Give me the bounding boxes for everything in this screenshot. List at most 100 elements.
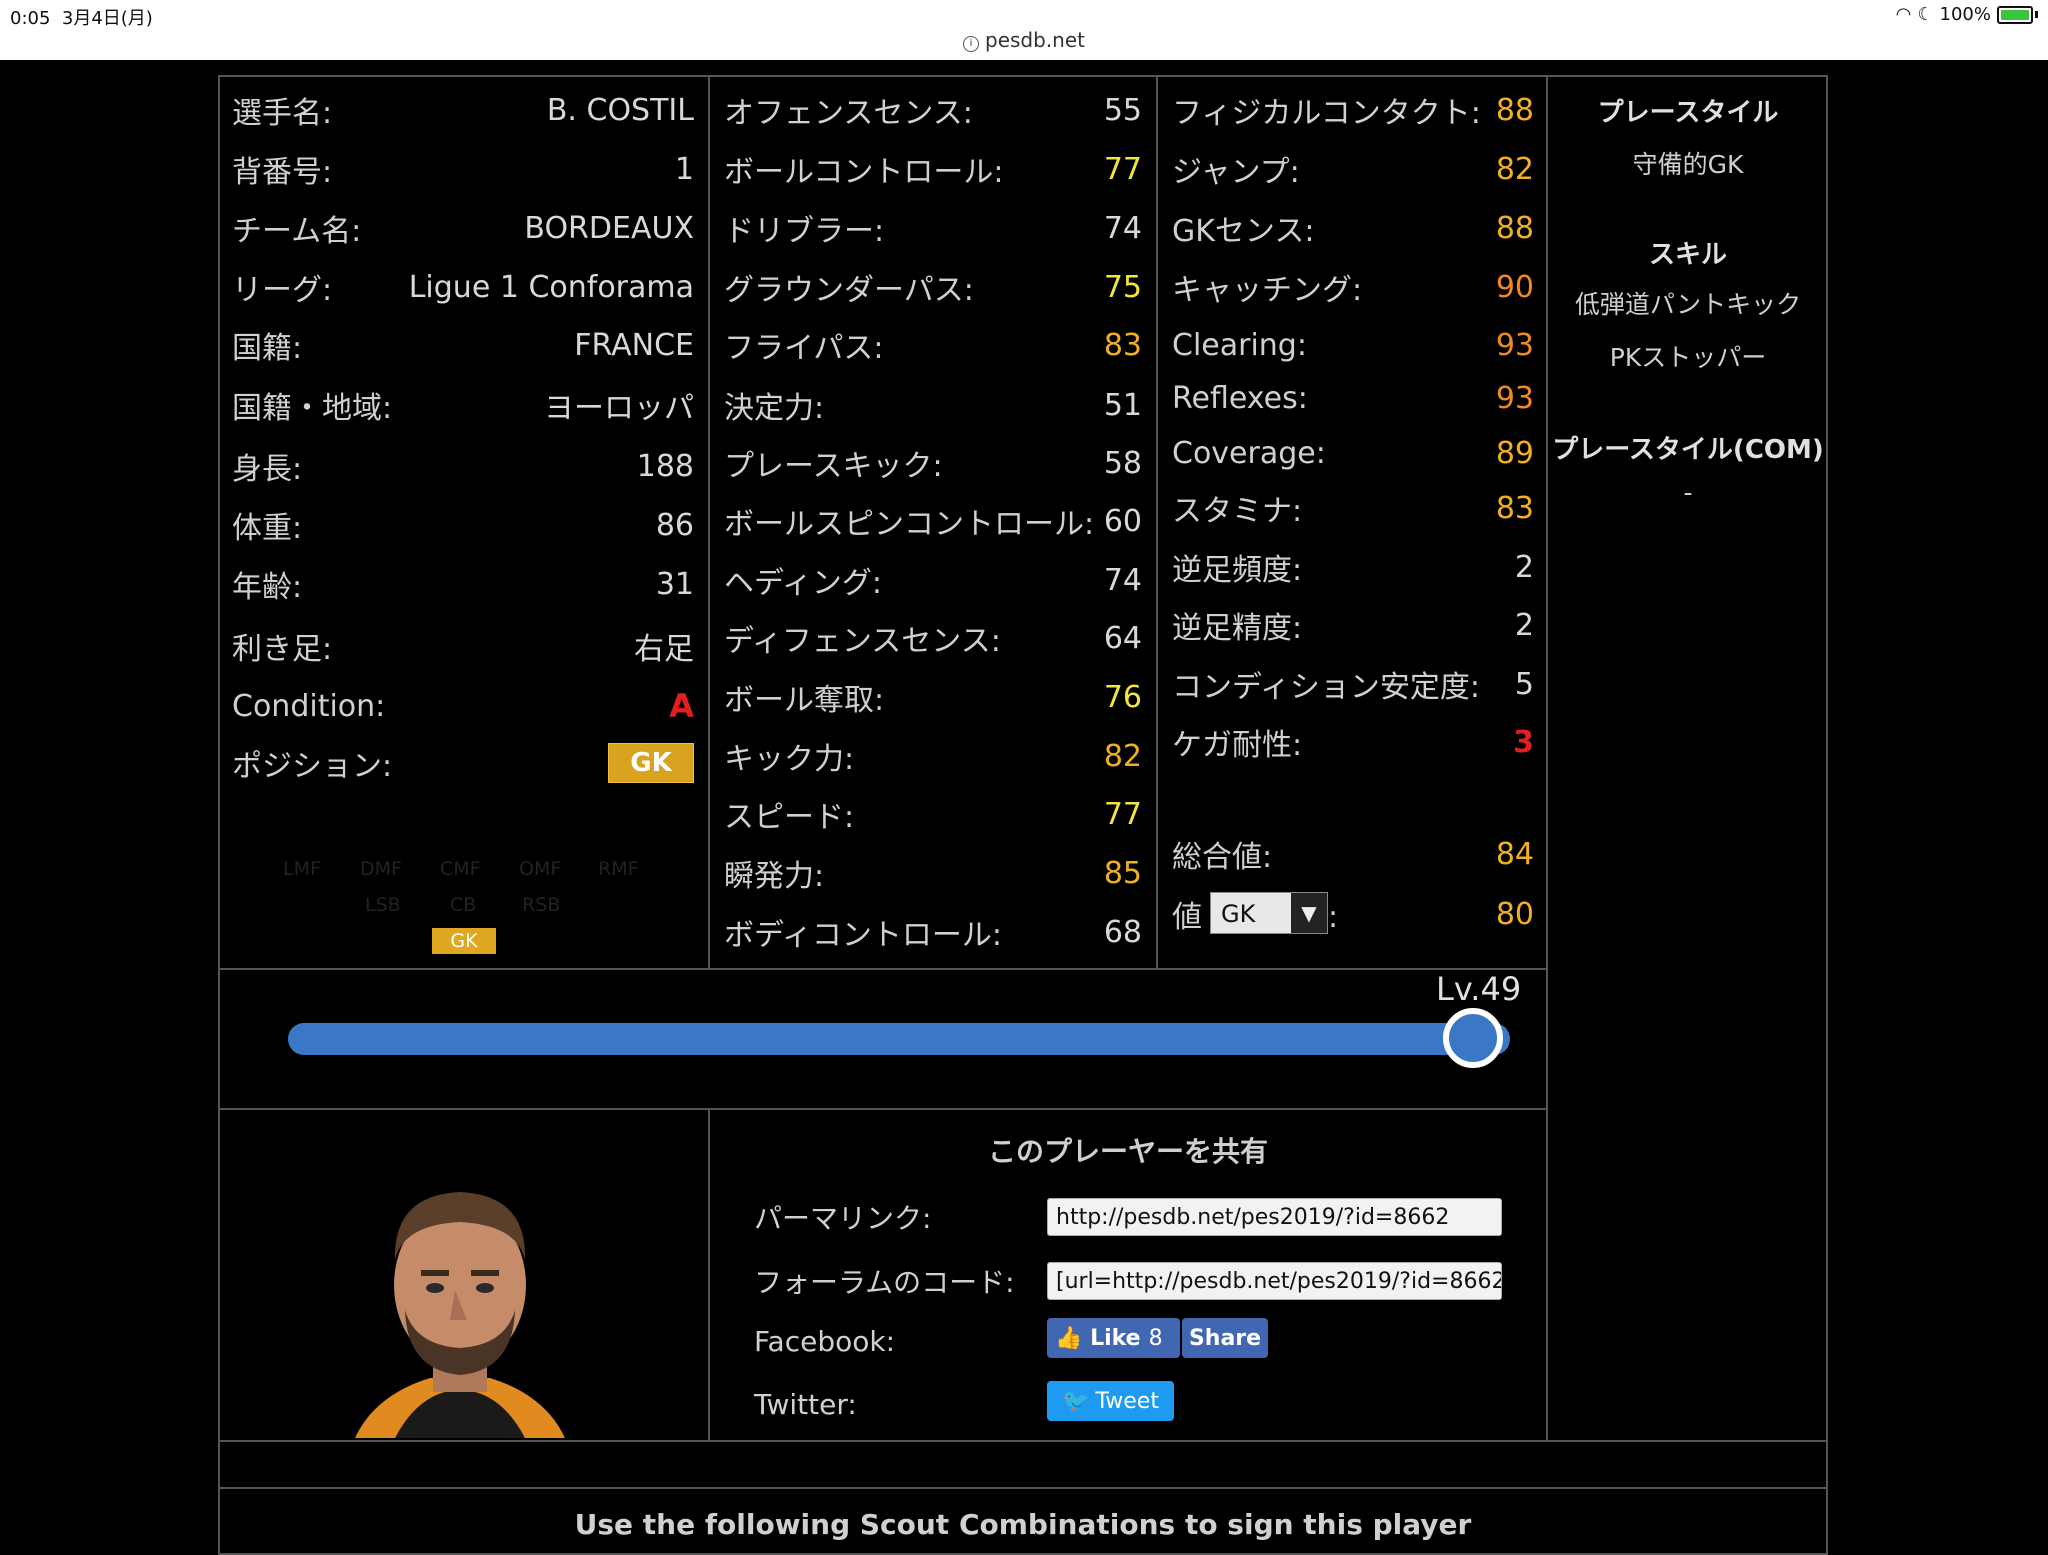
info-row-condition: Condition: A — [232, 684, 694, 728]
info-row-region: 国籍・地域: ヨーロッパ — [232, 383, 694, 427]
facebook-like-button[interactable]: 👍 Like 8 — [1047, 1318, 1180, 1358]
info-icon[interactable]: i — [963, 36, 979, 52]
player-weight: 86 — [655, 507, 694, 543]
position-dmf: DMF — [360, 858, 402, 880]
stat-value: 5 — [1514, 666, 1534, 702]
permalink-field[interactable]: http://pesdb.net/pes2019/?id=8662 — [1047, 1198, 1502, 1236]
browser-status-bar: 0:05 3月4日(月) ◠ ☾ 100% i pesdb.net — [0, 0, 2048, 60]
stat-label: ボディコントロール: — [724, 918, 1003, 953]
info-label: ポジション: — [232, 749, 393, 784]
stat-label: Coverage: — [1172, 435, 1326, 471]
stat-label: コンディション安定度: — [1172, 670, 1481, 705]
stat-row: グラウンダーパス: 75 — [724, 265, 1142, 309]
stat-value: 88 — [1495, 92, 1534, 128]
stat-label: Reflexes: — [1172, 380, 1308, 416]
overall-value: 84 — [1495, 836, 1534, 872]
stat-row: オフェンスセンス: 55 — [724, 88, 1142, 132]
info-row-weight: 体重: 86 — [232, 503, 694, 547]
stat-label: キック力: — [724, 742, 855, 777]
stat-label: グラウンダーパス: — [724, 273, 974, 308]
stat-label: ジャンプ: — [1172, 155, 1300, 190]
url-text: pesdb.net — [985, 28, 1085, 52]
player-region: ヨーロッパ — [544, 391, 694, 426]
twitter-label: Twitter: — [754, 1388, 857, 1421]
info-row-name: 選手名: B. COSTIL — [232, 88, 694, 132]
stat-value: 76 — [1103, 679, 1142, 715]
stat-row: ケガ耐性: 3 — [1172, 720, 1534, 764]
stat-value: 74 — [1103, 210, 1142, 246]
stat-row: 瞬発力: 85 — [724, 851, 1142, 895]
stat-label: 決定力: — [724, 391, 825, 426]
stat-row: ドリブラー: 74 — [724, 206, 1142, 250]
stat-row: プレースキック: 58 — [724, 441, 1142, 485]
stat-label: ケガ耐性: — [1172, 728, 1303, 763]
rating-label: 値 — [1172, 900, 1202, 935]
info-row-league: リーグ: Ligue 1 Conforama — [232, 265, 694, 309]
overall-label: 総合値: — [1172, 840, 1273, 875]
stat-row: Coverage: 89 — [1172, 431, 1534, 475]
dropdown-arrow-icon[interactable]: ▼ — [1291, 893, 1327, 933]
player-league: Ligue 1 Conforama — [408, 269, 694, 305]
clock: 0:05 — [10, 8, 51, 29]
stat-value: 83 — [1103, 327, 1142, 363]
level-slider-track[interactable] — [288, 1023, 1510, 1055]
stat-value: 2 — [1514, 607, 1534, 643]
info-label: 利き足: — [232, 632, 333, 667]
player-age: 31 — [655, 566, 694, 602]
battery-icon — [1997, 5, 2033, 24]
info-label: 身長: — [232, 452, 303, 487]
player-height: 188 — [636, 448, 694, 484]
battery-tip — [2035, 11, 2038, 18]
stat-value: 77 — [1103, 796, 1142, 832]
info-label: 背番号: — [232, 155, 333, 190]
position-select[interactable]: GK ▼ — [1210, 892, 1328, 934]
stat-value: 93 — [1495, 327, 1534, 363]
share-title: このプレーヤーを共有 — [987, 1135, 1268, 1168]
stat-row: ボールスピンコントロール: 60 — [724, 499, 1142, 543]
stat-row: ボディコントロール: 68 — [724, 910, 1142, 954]
stat-label: 逆足頻度: — [1172, 553, 1303, 588]
stat-row: コンディション安定度: 5 — [1172, 662, 1534, 706]
overall-row: 総合値: 84 — [1172, 832, 1534, 876]
stat-row: GKセンス: 88 — [1172, 206, 1534, 250]
stat-row: キック力: 82 — [724, 734, 1142, 778]
forum-code-field[interactable]: [url=http://pesdb.net/pes2019/?id=8662]B… — [1047, 1262, 1502, 1300]
stat-row: ディフェンスセンス: 64 — [724, 616, 1142, 660]
stat-label: プレースキック: — [724, 449, 943, 484]
playstyle-value: 守備的GK — [1632, 150, 1744, 179]
stat-label: オフェンスセンス: — [724, 96, 973, 131]
stat-row: キャッチング: 90 — [1172, 265, 1534, 309]
position-badge: GK — [608, 743, 694, 783]
position-omf: OMF — [519, 858, 562, 880]
tweet-button[interactable]: 🐦 Tweet — [1047, 1381, 1174, 1421]
stat-value: 3 — [1513, 724, 1534, 760]
stat-value: 82 — [1495, 151, 1534, 187]
level-slider-knob[interactable] — [1443, 1008, 1503, 1068]
twitter-bird-icon: 🐦 — [1062, 1388, 1090, 1414]
stat-label: ボール奪取: — [724, 683, 885, 718]
position-lsb: LSB — [365, 894, 401, 916]
stat-value: 88 — [1495, 210, 1534, 246]
stat-value: 83 — [1495, 490, 1534, 526]
playstyle-title: プレースタイル — [1597, 98, 1779, 128]
stat-label: 逆足精度: — [1172, 611, 1303, 646]
stat-value: 55 — [1103, 92, 1142, 128]
skills-title: スキル — [1648, 240, 1727, 270]
facebook-share-button[interactable]: Share — [1182, 1318, 1268, 1358]
battery-percent: 100% — [1939, 4, 1991, 25]
wifi-icon: ◠ — [1895, 4, 1912, 25]
com-playstyle-title: プレースタイル(COM) — [1552, 435, 1824, 465]
info-row-height: 身長: 188 — [232, 444, 694, 488]
address-bar[interactable]: i pesdb.net — [0, 28, 2048, 52]
condition-grade: A — [669, 687, 694, 725]
info-label: 選手名: — [232, 96, 333, 131]
position-rating-value: 80 — [1495, 896, 1534, 932]
moon-icon: ☾ — [1917, 4, 1934, 25]
stat-row: スピード: 77 — [724, 792, 1142, 836]
level-label: Lv.49 — [1436, 970, 1522, 1008]
position-rsb: RSB — [522, 894, 561, 916]
info-label: 体重: — [232, 511, 303, 546]
stat-label: ボールコントロール: — [724, 155, 1004, 190]
status-right: ◠ ☾ 100% — [1896, 4, 2038, 25]
divider — [218, 1440, 1828, 1442]
